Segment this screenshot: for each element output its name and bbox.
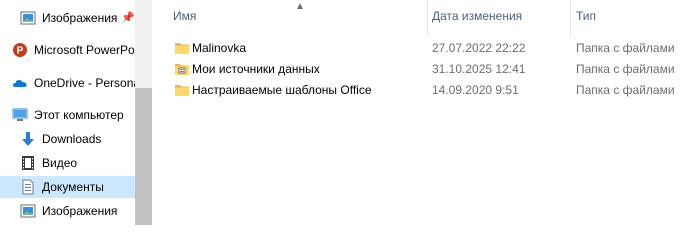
- nav-item-powerpoint[interactable]: P Microsoft PowerPo: [0, 39, 135, 61]
- file-name: Настраиваемые шаблоны Office: [192, 83, 372, 97]
- file-row[interactable]: Мои источники данных 31.10.2025 12:41 Па…: [152, 59, 695, 80]
- onedrive-icon: [13, 80, 27, 87]
- nav-item-this-pc[interactable]: Этот компьютер: [0, 104, 135, 126]
- nav-item-label: Downloads: [42, 132, 102, 146]
- this-pc-icon: [12, 108, 28, 121]
- column-header-type[interactable]: Тип: [576, 9, 596, 23]
- pictures-icon: [20, 204, 36, 218]
- file-list: ▲ Имя Дата изменения Тип Malinovka 27.07…: [152, 0, 695, 225]
- documents-icon: [22, 179, 34, 195]
- sort-ascending-icon: ▲: [295, 1, 305, 12]
- nav-item-downloads[interactable]: Downloads: [0, 128, 135, 150]
- videos-icon: [22, 156, 34, 170]
- nav-item-label: Документы: [42, 180, 104, 194]
- pictures-icon: [20, 11, 36, 25]
- file-type: Папка с файлами: [576, 41, 675, 55]
- nav-item-onedrive[interactable]: OneDrive - Persona: [0, 72, 135, 94]
- nav-item-label: Изображения: [42, 11, 118, 25]
- file-name: Malinovka: [192, 41, 247, 55]
- powerpoint-icon: P: [13, 43, 27, 57]
- svg-text:P: P: [17, 46, 24, 57]
- column-divider[interactable]: [427, 0, 428, 36]
- nav-scrollbar-thumb[interactable]: [135, 88, 152, 225]
- nav-item-pictures-pinned[interactable]: Изображения 📌: [0, 7, 135, 29]
- nav-item-label: Видео: [42, 156, 78, 170]
- navigation-pane: Изображения 📌 P Microsoft PowerPo OneDri…: [0, 0, 152, 225]
- nav-item-videos[interactable]: Видео: [0, 152, 135, 174]
- nav-item-label: Этот компьютер: [34, 108, 124, 122]
- file-date: 27.07.2022 22:22: [432, 41, 526, 55]
- nav-item-label: Microsoft PowerPo: [34, 43, 135, 57]
- file-type: Папка с файлами: [576, 62, 675, 76]
- file-row[interactable]: Malinovka 27.07.2022 22:22 Папка с файла…: [152, 38, 695, 59]
- nav-item-pictures[interactable]: Изображения: [0, 200, 135, 222]
- folder-icon: [175, 43, 189, 54]
- file-type: Папка с файлами: [576, 83, 675, 97]
- nav-item-label: Изображения: [42, 204, 118, 218]
- file-date: 31.10.2025 12:41: [432, 62, 526, 76]
- column-header-date[interactable]: Дата изменения: [432, 9, 522, 23]
- column-header-name[interactable]: Имя: [173, 9, 196, 23]
- nav-item-documents[interactable]: Документы: [0, 176, 135, 198]
- file-row[interactable]: Настраиваемые шаблоны Office 14.09.2020 …: [152, 80, 695, 101]
- file-date: 14.09.2020 9:51: [432, 83, 519, 97]
- folder-icon: [175, 85, 189, 96]
- pin-icon: 📌: [121, 12, 135, 24]
- nav-item-label: OneDrive - Persona: [34, 76, 135, 90]
- downloads-icon: [22, 132, 34, 146]
- column-divider[interactable]: [570, 0, 571, 36]
- file-name: Мои источники данных: [192, 62, 320, 76]
- data-sources-folder-icon: [175, 64, 189, 75]
